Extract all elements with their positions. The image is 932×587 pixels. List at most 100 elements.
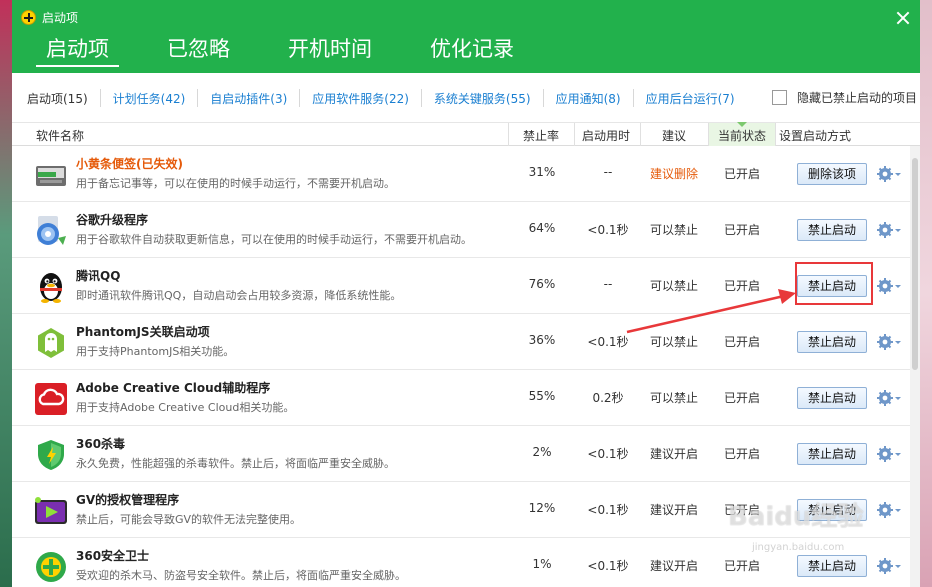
column-header: 软件名称 禁止率 启动用时 建议 当前状态 设置启动方式: [12, 122, 920, 146]
gear-icon[interactable]: [876, 444, 902, 464]
divider: [299, 89, 301, 107]
item-advice: 可以禁止: [649, 391, 698, 405]
item-disable-rate: 64%: [528, 221, 556, 235]
tab-ignored[interactable]: 已忽略: [157, 33, 240, 67]
item-boot-time: <0.1秒: [587, 559, 629, 573]
item-boot-time: <0.1秒: [587, 447, 629, 461]
phantomjs-icon: [34, 326, 68, 360]
scrollbar-thumb[interactable]: [912, 158, 918, 370]
item-status: 已开启: [723, 559, 760, 573]
tab-optimize-history[interactable]: 优化记录: [420, 33, 524, 67]
disable-startup-button[interactable]: 禁止启动: [797, 443, 867, 465]
item-description: 即时通讯软件腾讯QQ，自动启动会占用较多资源，降低系统性能。: [76, 289, 402, 302]
subtab-app-notifications[interactable]: 应用通知(8): [556, 90, 621, 107]
disable-startup-button[interactable]: 禁止启动: [797, 387, 867, 409]
item-disable-rate: 36%: [528, 333, 556, 347]
item-status: 已开启: [723, 391, 760, 405]
item-status: 已开启: [723, 447, 760, 461]
item-description: 受欢迎的杀木马、防盗号安全软件。禁止后，将面临严重安全威胁。: [76, 569, 406, 582]
col-status[interactable]: 当前状态: [718, 127, 766, 144]
item-advice: 建议开启: [649, 447, 698, 461]
disable-startup-button[interactable]: 禁止启动: [797, 219, 867, 241]
gear-icon[interactable]: [876, 556, 902, 576]
divider: [420, 89, 422, 107]
item-description: 用于备忘记事等，可以在使用的时候手动运行，不需要开机启动。: [76, 177, 395, 190]
subtab-autostart-plugins[interactable]: 自启动插件(3): [210, 90, 287, 107]
item-status: 已开启: [723, 279, 760, 293]
gear-icon[interactable]: [876, 164, 902, 184]
gear-icon[interactable]: [876, 500, 902, 520]
vertical-scrollbar[interactable]: [910, 146, 920, 587]
item-disable-rate: 31%: [528, 165, 556, 179]
360-logo-icon: [21, 10, 36, 25]
item-disable-rate: 12%: [528, 501, 556, 515]
highlight-annotation-box: [795, 262, 873, 305]
window-title: 启动项: [42, 11, 79, 25]
list-item: 360杀毒 永久免费，性能超强的杀毒软件。禁止后，将面临严重安全威胁。 2% <…: [12, 426, 910, 482]
item-status: 已开启: [723, 223, 760, 237]
item-status: 已开启: [723, 335, 760, 349]
col-startup-mode: 设置启动方式: [779, 129, 852, 143]
360-safeguard-icon: [34, 550, 68, 584]
gv-license-icon: [34, 494, 68, 528]
item-boot-time: --: [603, 165, 613, 179]
item-advice: 可以禁止: [649, 223, 698, 237]
list-item: 小黄条便签(已失效) 用于备忘记事等，可以在使用的时候手动运行，不需要开机启动。…: [12, 146, 910, 202]
gear-icon[interactable]: [876, 276, 902, 296]
item-disable-rate: 1%: [532, 557, 552, 571]
item-description: 用于谷歌软件自动获取更新信息，可以在使用的时候手动运行，不需要开机启动。: [76, 233, 472, 246]
sticky-note-icon: [34, 158, 68, 192]
divider: [542, 89, 544, 107]
subtab-startup[interactable]: 启动项(15): [27, 90, 88, 107]
item-boot-time: --: [603, 277, 613, 291]
close-icon[interactable]: [894, 9, 912, 27]
item-disable-rate: 76%: [528, 277, 556, 291]
list-item: PhantomJS关联启动项 用于支持PhantomJS相关功能。 36% <0…: [12, 314, 910, 370]
item-name: 谷歌升级程序: [76, 213, 149, 227]
hide-disabled-option[interactable]: 隐藏已禁止启动的项目: [772, 89, 917, 106]
item-advice: 建议删除: [649, 167, 698, 181]
item-description: 用于支持Adobe Creative Cloud相关功能。: [76, 401, 295, 414]
subtab-app-services[interactable]: 应用软件服务(22): [312, 90, 409, 107]
sub-tab-bar: 启动项(15) 计划任务(42) 自启动插件(3) 应用软件服务(22) 系统关…: [12, 73, 920, 123]
item-advice: 建议开启: [649, 503, 698, 517]
hide-disabled-checkbox[interactable]: [772, 90, 787, 105]
subtab-scheduled-tasks[interactable]: 计划任务(42): [113, 90, 186, 107]
col-rate[interactable]: 禁止率: [523, 127, 559, 144]
col-boot-time[interactable]: 启动用时: [582, 127, 630, 144]
tab-boot-time[interactable]: 开机时间: [278, 33, 382, 67]
list-item: Adobe Creative Cloud辅助程序 用于支持Adobe Creat…: [12, 370, 910, 426]
gear-icon[interactable]: [876, 220, 902, 240]
col-advice[interactable]: 建议: [662, 127, 686, 144]
startup-manager-window: 启动项 启动项 已忽略 开机时间 优化记录 启动项(15) 计划任务(42) 自…: [12, 0, 920, 587]
subtab-system-services[interactable]: 系统关键服务(55): [434, 90, 531, 107]
divider: [197, 89, 199, 107]
item-name: PhantomJS关联启动项: [76, 325, 210, 339]
item-name: 腾讯QQ: [76, 269, 121, 283]
tab-startup-items[interactable]: 启动项: [36, 33, 119, 67]
item-description: 禁止后，可能会导致GV的软件无法完整使用。: [76, 513, 302, 526]
item-boot-time: 0.2秒: [592, 391, 624, 405]
divider: [632, 89, 634, 107]
adobe-cc-icon: [34, 382, 68, 416]
item-name: 360杀毒: [76, 437, 126, 451]
disable-startup-button[interactable]: 禁止启动: [797, 555, 867, 577]
item-description: 用于支持PhantomJS相关功能。: [76, 345, 235, 358]
item-boot-time: <0.1秒: [587, 503, 629, 517]
list-item: 谷歌升级程序 用于谷歌软件自动获取更新信息，可以在使用的时候手动运行，不需要开机…: [12, 202, 910, 258]
item-advice: 可以禁止: [649, 279, 698, 293]
subtab-background-apps[interactable]: 应用后台运行(7): [646, 90, 735, 107]
item-description: 永久免费，性能超强的杀毒软件。禁止后，将面临严重安全威胁。: [76, 457, 395, 470]
gear-icon[interactable]: [876, 332, 902, 352]
disable-startup-button[interactable]: 禁止启动: [797, 331, 867, 353]
gear-icon[interactable]: [876, 388, 902, 408]
qq-penguin-icon: [34, 270, 68, 304]
google-updater-icon: [34, 214, 68, 248]
item-name: 小黄条便签(已失效): [76, 157, 183, 171]
main-tabs: 启动项 已忽略 开机时间 优化记录: [36, 33, 562, 67]
delete-item-button[interactable]: 删除该项: [797, 163, 867, 185]
baidu-watermark: Baidu经验: [728, 502, 864, 532]
item-name: GV的授权管理程序: [76, 493, 180, 507]
col-name[interactable]: 软件名称: [36, 127, 84, 144]
list-item: 腾讯QQ 即时通讯软件腾讯QQ，自动启动会占用较多资源，降低系统性能。 76% …: [12, 258, 910, 314]
